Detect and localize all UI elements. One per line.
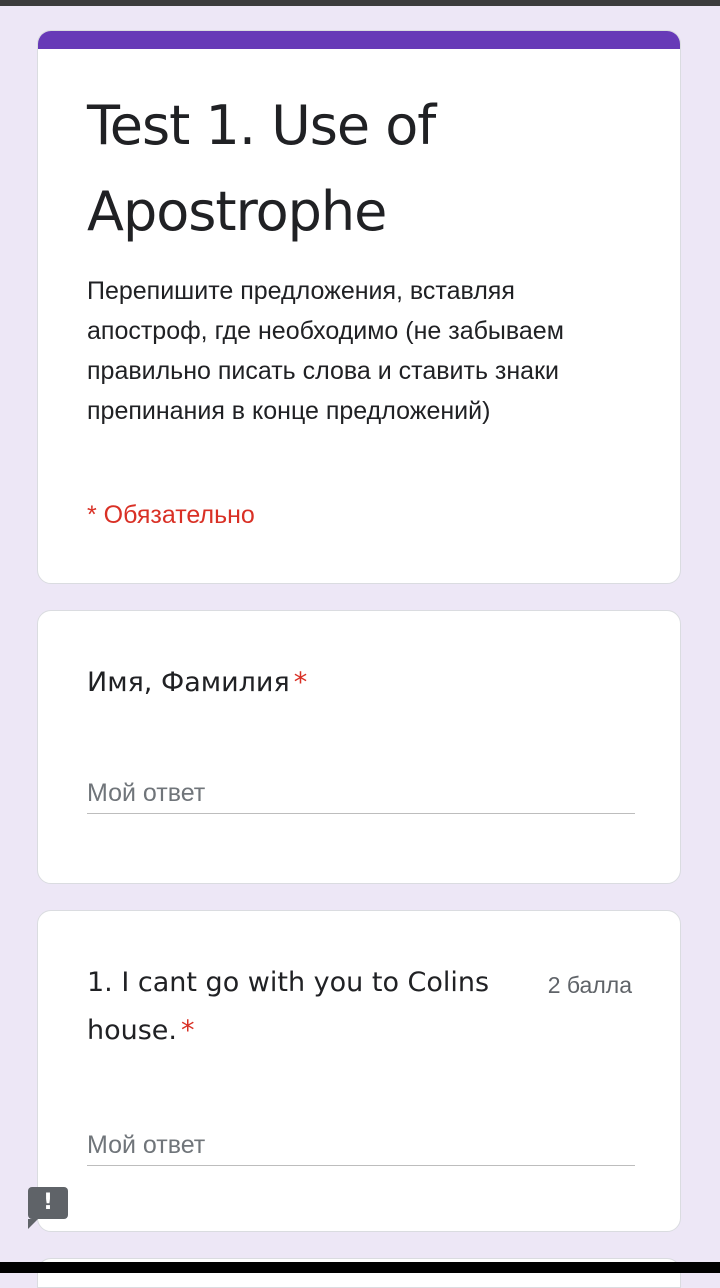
answer-input[interactable] xyxy=(87,773,635,814)
required-star: * xyxy=(181,1015,195,1046)
required-note: * Обязательно xyxy=(87,501,255,529)
points-label: 2 балла xyxy=(547,972,632,998)
top-edge xyxy=(0,0,720,6)
question-title: Имя, Фамилия * xyxy=(87,659,307,707)
question-card-1: 1. I cant go with you to Colins house. * … xyxy=(37,910,681,1232)
form-header-card: Test 1. Use of Apostrophe Перепишите пре… xyxy=(37,30,681,584)
question-card-name: Имя, Фамилия * xyxy=(37,610,681,884)
question-text: Имя, Фамилия xyxy=(87,667,290,698)
accent-bar xyxy=(38,31,680,49)
question-title: 1. I cant go with you to Colins house. * xyxy=(87,959,527,1055)
answer-input[interactable] xyxy=(87,1125,635,1166)
form-description: Перепишите предложения, вставляя апостро… xyxy=(87,277,564,425)
exclamation-icon: ! xyxy=(42,1190,54,1215)
form-title: Test 1. Use of Apostrophe xyxy=(87,94,436,243)
question-text: 1. I cant go with you to Colins house. xyxy=(87,967,490,1046)
bottom-edge xyxy=(0,1262,720,1273)
required-star: * xyxy=(293,667,308,698)
report-button[interactable]: ! xyxy=(28,1187,68,1229)
